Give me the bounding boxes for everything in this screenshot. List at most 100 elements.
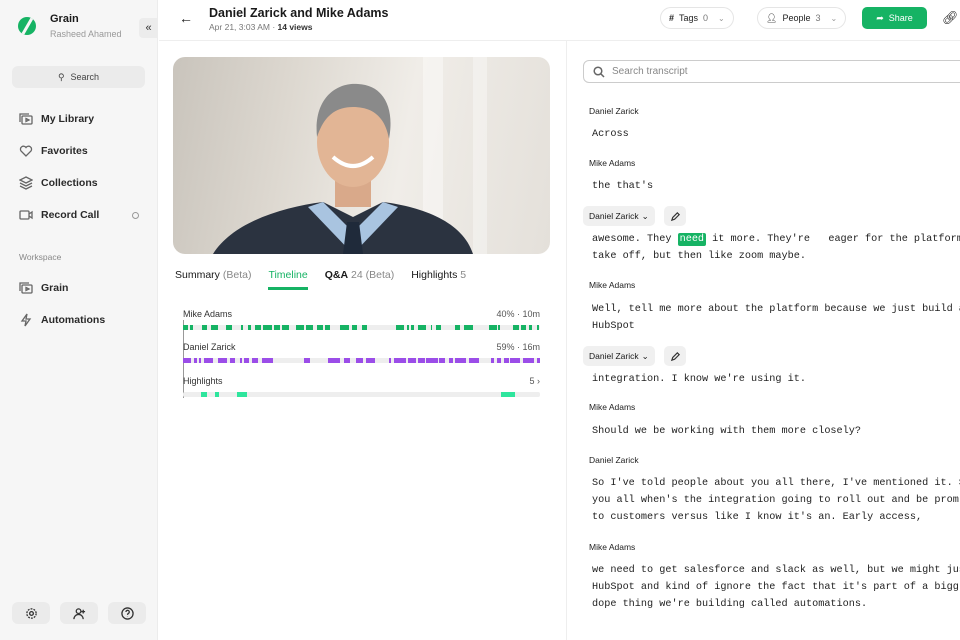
speech-segment[interactable] (261, 358, 273, 363)
speech-segment[interactable] (316, 325, 324, 330)
speech-segment[interactable] (454, 325, 460, 330)
speech-segment[interactable] (340, 325, 350, 330)
speech-segment[interactable] (218, 358, 228, 363)
workspace-header[interactable]: Grain Rasheed Ahamed (18, 13, 122, 39)
speech-segment[interactable] (430, 325, 433, 330)
people-dropdown[interactable]: 👤︎ People 3 ⌄ (757, 7, 847, 29)
sidebar-item-favorites[interactable]: Favorites (19, 144, 149, 158)
speech-segment[interactable] (189, 325, 194, 330)
tab-timeline[interactable]: Timeline (268, 269, 308, 290)
speech-segment[interactable] (396, 325, 404, 330)
transcript-text[interactable]: So I've told people about you all there,… (592, 475, 960, 526)
speech-segment[interactable] (263, 325, 273, 330)
speech-segment[interactable] (274, 325, 280, 330)
speech-segment[interactable] (504, 358, 510, 363)
speech-segment[interactable] (491, 358, 494, 363)
timeline-highlights[interactable]: Highlights 5 › (183, 376, 540, 397)
speech-segment[interactable] (469, 358, 480, 363)
speech-segment[interactable] (306, 325, 313, 330)
search-match-highlight[interactable]: need (677, 233, 707, 246)
speech-segment[interactable] (439, 358, 445, 363)
back-arrow-icon[interactable]: ← (179, 10, 193, 26)
edit-speaker-button[interactable] (664, 206, 686, 226)
copy-link-icon[interactable]: 🔗︎ (942, 10, 959, 26)
speech-segment[interactable] (388, 358, 391, 363)
speaker-activity-bar[interactable] (183, 358, 540, 363)
speech-segment[interactable] (199, 358, 201, 363)
tab-highlights[interactable]: Highlights 5 (411, 269, 466, 290)
speech-segment[interactable] (393, 358, 406, 363)
sidebar-item-my-library[interactable]: My Library (19, 112, 149, 126)
speech-segment[interactable] (365, 358, 376, 363)
speech-segment[interactable] (510, 358, 520, 363)
tab-qa[interactable]: Q&A 24 (Beta) (325, 269, 394, 290)
speech-segment[interactable] (248, 325, 252, 330)
speech-segment[interactable] (327, 358, 340, 363)
speech-segment[interactable] (521, 325, 527, 330)
transcript-search-input[interactable]: Search transcript (583, 60, 960, 83)
speech-segment[interactable] (523, 358, 535, 363)
transcript-text[interactable]: Should we be working with them more clos… (592, 423, 861, 440)
speech-segment[interactable] (183, 325, 189, 330)
settings-button[interactable] (12, 602, 50, 624)
speech-segment[interactable] (496, 358, 501, 363)
speech-segment[interactable] (352, 325, 358, 330)
share-button[interactable]: ➦ Share (862, 7, 927, 29)
speech-segment[interactable] (225, 325, 232, 330)
sidebar-item-collections[interactable]: Collections (19, 176, 149, 190)
speech-segment[interactable] (355, 358, 363, 363)
speech-segment[interactable] (528, 325, 533, 330)
speech-segment[interactable] (229, 358, 235, 363)
speaker-select[interactable]: Daniel Zarick ⌄ (583, 206, 655, 226)
transcript-text[interactable]: Well, tell me more about the platform be… (592, 301, 960, 335)
speech-segment[interactable] (464, 325, 473, 330)
speech-segment[interactable] (240, 325, 244, 330)
speech-segment[interactable] (304, 358, 311, 363)
sidebar-item-automations[interactable]: Automations (19, 313, 149, 327)
speech-segment[interactable] (426, 358, 439, 363)
speech-segment[interactable] (193, 358, 197, 363)
highlights-bar[interactable] (183, 392, 540, 397)
speech-segment[interactable] (448, 358, 453, 363)
speech-segment[interactable] (418, 358, 426, 363)
speaker-activity-bar[interactable] (183, 325, 540, 330)
speaker-select[interactable]: Daniel Zarick ⌄ (583, 346, 655, 366)
highlight-marker[interactable] (215, 392, 219, 397)
speech-segment[interactable] (211, 325, 218, 330)
speech-segment[interactable] (183, 358, 192, 363)
video-player[interactable] (173, 57, 550, 254)
sidebar-item-record-call[interactable]: Record Call (19, 208, 149, 222)
transcript-text[interactable]: integration. I know we're using it. (592, 371, 806, 388)
highlight-marker[interactable] (200, 392, 208, 397)
tab-summary[interactable]: Summary (Beta) (175, 269, 251, 290)
speech-segment[interactable] (281, 325, 290, 330)
speech-segment[interactable] (407, 325, 409, 330)
invite-user-button[interactable] (60, 602, 98, 624)
speech-segment[interactable] (252, 358, 259, 363)
speech-segment[interactable] (344, 358, 351, 363)
transcript-text[interactable]: awesome. They need it more. They're eage… (592, 231, 960, 265)
tags-dropdown[interactable]: # Tags 0 ⌄ (660, 7, 734, 29)
highlight-marker[interactable] (236, 392, 247, 397)
speech-segment[interactable] (418, 325, 426, 330)
speech-segment[interactable] (243, 358, 249, 363)
speech-segment[interactable] (513, 325, 519, 330)
search-button[interactable]: ⚲ Search (12, 66, 145, 88)
transcript-text[interactable]: the that's (592, 178, 653, 195)
help-button[interactable] (108, 602, 146, 624)
speech-segment[interactable] (411, 325, 415, 330)
transcript-text[interactable]: we need to get salesforce and slack as w… (592, 562, 960, 613)
edit-speaker-button[interactable] (664, 346, 686, 366)
speech-segment[interactable] (295, 325, 305, 330)
speech-segment[interactable] (537, 358, 540, 363)
speech-segment[interactable] (489, 325, 498, 330)
speech-segment[interactable] (498, 325, 501, 330)
speech-segment[interactable] (362, 325, 368, 330)
speech-segment[interactable] (254, 325, 262, 330)
speech-segment[interactable] (407, 358, 417, 363)
speech-segment[interactable] (536, 325, 540, 330)
speech-segment[interactable] (435, 325, 441, 330)
transcript-text[interactable]: Across (592, 126, 629, 143)
speech-segment[interactable] (325, 325, 331, 330)
collapse-sidebar-button[interactable]: « (139, 18, 158, 38)
